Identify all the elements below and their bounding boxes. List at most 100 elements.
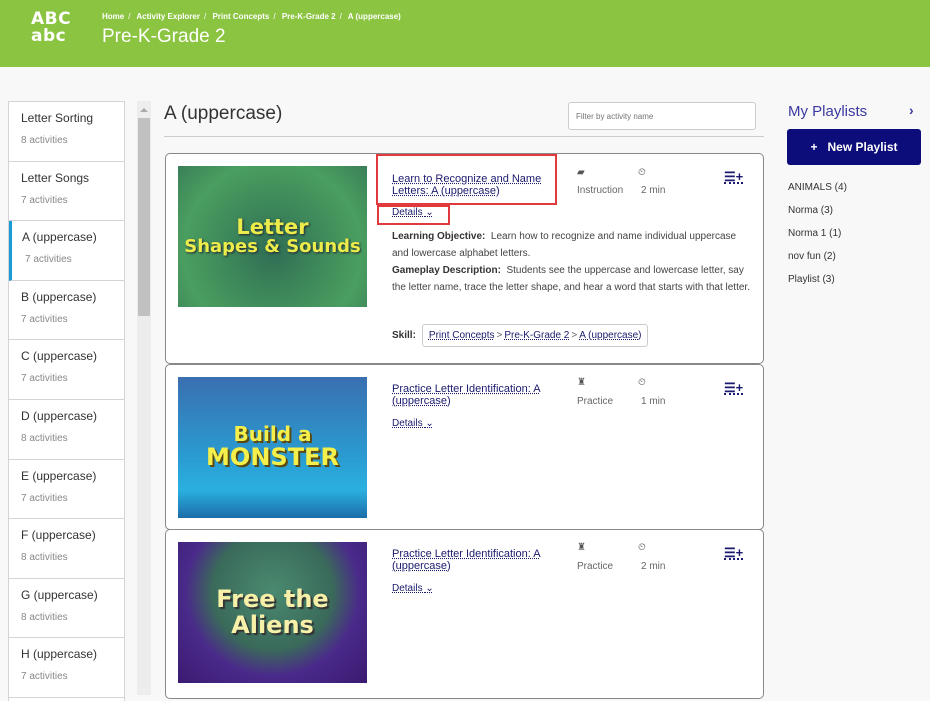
skill-separator: > xyxy=(571,330,578,341)
breadcrumb-home[interactable]: Home xyxy=(102,12,124,21)
activity-thumbnail[interactable]: Free the Aliens xyxy=(178,542,367,683)
playlist-item[interactable]: nov fun (2) xyxy=(788,251,847,274)
skill-separator: > xyxy=(496,330,503,341)
sidebar-item-label: E (uppercase) xyxy=(21,468,97,483)
sidebar-item-label: A (uppercase) xyxy=(22,230,97,245)
breadcrumb-separator: / xyxy=(203,12,207,21)
my-playlists-title[interactable]: My Playlists xyxy=(788,103,867,120)
sidebar-item-count: 7 activities xyxy=(21,373,68,385)
playlist-item[interactable]: ANIMALS (4) xyxy=(788,182,847,205)
thumbnail-text: Build a xyxy=(233,422,312,447)
book-icon: ▰ xyxy=(577,167,585,178)
activity-duration: 2 min xyxy=(641,561,666,572)
sidebar-item-e-uppercase[interactable]: E (uppercase) 7 activities xyxy=(9,460,124,520)
sidebar-scrollbar[interactable] xyxy=(137,101,151,695)
sidebar-item-label: B (uppercase) xyxy=(21,289,97,304)
skill-label: Skill: xyxy=(392,330,416,341)
sidebar-item-f-uppercase[interactable]: F (uppercase) 8 activities xyxy=(9,519,124,579)
scroll-up-arrow-icon[interactable] xyxy=(140,108,148,112)
breadcrumb-separator: / xyxy=(273,12,276,21)
sidebar-item-label: F (uppercase) xyxy=(21,528,96,543)
add-to-playlist-icon[interactable]: ☰+ xyxy=(724,546,744,560)
sidebar-item-label: Letter Sorting xyxy=(21,111,94,125)
new-playlist-button[interactable]: + New Playlist xyxy=(787,129,921,165)
filter-activity-input[interactable] xyxy=(568,102,756,130)
sidebar-item-count: 8 activities xyxy=(21,552,68,564)
scrollbar-thumb[interactable] xyxy=(138,118,150,316)
sidebar-item-label: G (uppercase) xyxy=(21,587,98,602)
logo[interactable]: ABC abc xyxy=(31,11,71,45)
page-title: Pre-K-Grade 2 xyxy=(102,26,226,47)
sidebar-item-count: 7 activities xyxy=(21,492,68,504)
breadcrumb-separator: / xyxy=(339,12,342,21)
breadcrumb-activity-explorer[interactable]: Activity Explorer xyxy=(136,12,200,21)
logo-lower: abc xyxy=(31,26,67,46)
header: ABC abc Home / Activity Explorer / Print C… xyxy=(0,0,930,67)
thumbnail-text: MONSTER xyxy=(206,443,339,472)
details-label: Details xyxy=(392,583,423,594)
details-toggle[interactable]: Details ⌄ xyxy=(392,418,434,429)
breadcrumb-current: A (uppercase) xyxy=(347,12,401,21)
activity-title-link[interactable]: Practice Letter Identification: A (upper… xyxy=(392,548,562,572)
sidebar-item-b-uppercase[interactable]: B (uppercase) 7 activities xyxy=(9,281,124,341)
sidebar-item-h-uppercase[interactable]: H (uppercase) 7 activities xyxy=(9,638,124,698)
activity-card: Free the Aliens Practice Letter Identifi… xyxy=(165,529,764,699)
divider xyxy=(164,136,764,137)
skill-breadcrumb: Print Concepts > Pre-K-Grade 2 > A (uppercas… xyxy=(421,324,649,347)
breadcrumb-print-concepts[interactable]: Print Concepts xyxy=(212,12,269,21)
sidebar-item-letter-songs[interactable]: Letter Songs 7 activities xyxy=(9,162,124,222)
sidebar-item-count: 7 activities xyxy=(21,194,68,206)
details-toggle[interactable]: Details ⌄ xyxy=(392,207,434,218)
skill-link-letter[interactable]: A (uppercase) xyxy=(579,330,641,341)
sidebar-item-label: D (uppercase) xyxy=(21,408,98,423)
sidebar-item-d-uppercase[interactable]: D (uppercase) 8 activities xyxy=(9,400,124,460)
activity-description: Learning Objective: Learn how to recogni… xyxy=(392,228,752,296)
playlist-list: ANIMALS (4) Norma (3) Norma 1 (1) nov fu… xyxy=(788,182,847,297)
skill-sidebar: Letter Sorting 8 activities Letter Songs 7… xyxy=(8,101,125,701)
thumbnail-text: Aliens xyxy=(231,610,314,639)
sidebar-item-label: C (uppercase) xyxy=(21,349,98,364)
activity-thumbnail[interactable]: Letter Shapes & Sounds xyxy=(178,166,367,307)
sidebar-item-g-uppercase[interactable]: G (uppercase) 8 activities xyxy=(9,579,124,639)
sidebar-item-count: 7 activities xyxy=(21,671,68,683)
activity-thumbnail[interactable]: Build a MONSTER xyxy=(178,377,367,518)
activity-card: Build a MONSTER Practice Letter Identifi… xyxy=(165,364,764,530)
activity-duration: 2 min xyxy=(641,185,666,196)
playlist-item[interactable]: Norma 1 (1) xyxy=(788,228,847,251)
sidebar-item-letter-sorting[interactable]: Letter Sorting 8 activities xyxy=(9,102,124,162)
activity-type: Practice xyxy=(577,396,614,407)
puzzle-icon: ♜ xyxy=(577,377,586,388)
sidebar-item-c-uppercase[interactable]: C (uppercase) 7 activities xyxy=(9,340,124,400)
sidebar-item-label: Letter Songs xyxy=(21,170,90,185)
clock-icon: ⏲ xyxy=(638,167,646,178)
playlist-item[interactable]: Norma (3) xyxy=(788,205,847,228)
skill-link-grade[interactable]: Pre-K-Grade 2 xyxy=(504,330,569,341)
new-playlist-label: New Playlist xyxy=(827,140,898,154)
puzzle-icon: ♜ xyxy=(577,542,586,553)
chevron-right-icon[interactable]: › xyxy=(909,102,914,118)
breadcrumb-pre-k-grade-2[interactable]: Pre-K-Grade 2 xyxy=(282,12,336,21)
chevron-down-icon: ⌄ xyxy=(425,583,434,594)
sidebar-item-count: 7 activities xyxy=(25,254,72,266)
playlist-item[interactable]: Playlist (3) xyxy=(788,274,847,297)
gameplay-label: Gameplay Description: xyxy=(392,265,501,276)
thumbnail-text: Letter xyxy=(236,215,309,240)
details-label: Details xyxy=(392,418,423,429)
clock-icon: ⏲ xyxy=(638,542,646,553)
sidebar-item-count: 7 activities xyxy=(21,313,68,325)
chevron-down-icon: ⌄ xyxy=(425,207,434,218)
thumbnail-text: Shapes & Sounds xyxy=(184,236,361,258)
plus-icon: + xyxy=(810,140,818,154)
add-to-playlist-icon[interactable]: ☰+ xyxy=(724,381,744,395)
add-to-playlist-icon[interactable]: ☰+ xyxy=(724,170,744,184)
sidebar-item-a-uppercase[interactable]: A (uppercase) 7 activities xyxy=(9,221,124,281)
activity-title-link[interactable]: Practice Letter Identification: A (upper… xyxy=(392,383,562,407)
skill-link-print-concepts[interactable]: Print Concepts xyxy=(429,330,495,341)
details-toggle[interactable]: Details ⌄ xyxy=(392,583,434,594)
activity-type: Instruction xyxy=(577,185,624,196)
sidebar-item-count: 8 activities xyxy=(21,135,68,146)
activity-type: Practice xyxy=(577,561,614,572)
activity-title-link[interactable]: Learn to Recognize and Name Letters: A (… xyxy=(392,173,562,197)
skill-path: Skill: Print Concepts > Pre-K-Grade 2 > A (u… xyxy=(392,324,649,347)
chevron-down-icon: ⌄ xyxy=(425,418,434,429)
